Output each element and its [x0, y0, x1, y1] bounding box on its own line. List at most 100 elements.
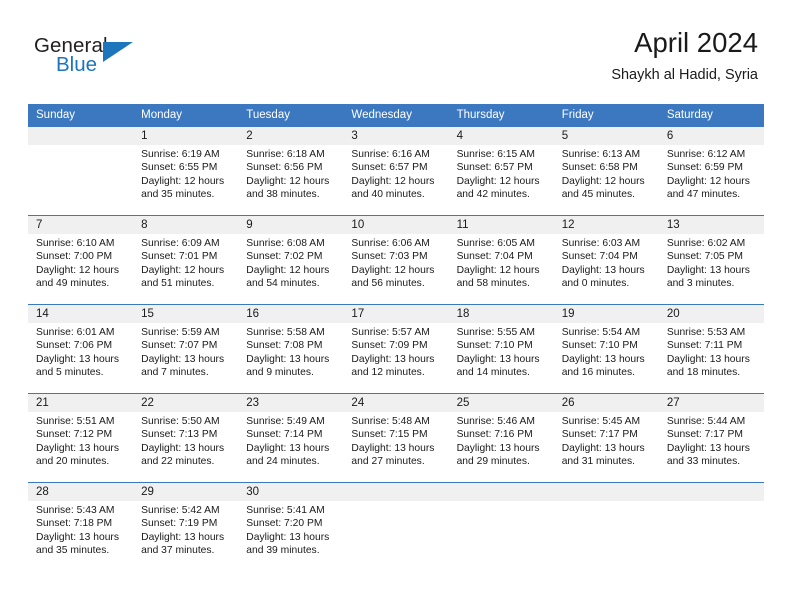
sunrise-text: Sunrise: 6:08 AM — [246, 238, 325, 249]
sunrise-text: Sunrise: 6:10 AM — [36, 238, 115, 249]
sunset-text: Sunset: 7:04 PM — [456, 251, 533, 263]
calendar-page: General Blue April 2024 Shaykh al Hadid,… — [0, 0, 792, 612]
sunset-text: Sunset: 6:56 PM — [246, 162, 323, 174]
day-cell[interactable] — [343, 483, 448, 571]
sunset-text: Sunset: 7:17 PM — [561, 429, 638, 441]
sunset-text: Sunset: 6:55 PM — [141, 162, 218, 174]
weekday-header-friday: Friday — [561, 109, 594, 121]
day-cell[interactable]: 17 Sunrise: 5:57 AM Sunset: 7:09 PM Dayl… — [343, 305, 448, 393]
day-number: 16 — [246, 308, 260, 320]
day-number: 19 — [561, 308, 575, 320]
day-details: Sunrise: 6:18 AM Sunset: 6:56 PM Dayligh… — [246, 148, 335, 201]
day-cell[interactable]: 2 Sunrise: 6:18 AM Sunset: 6:56 PM Dayli… — [238, 127, 343, 215]
day-cell[interactable]: 8 Sunrise: 6:09 AM Sunset: 7:01 PM Dayli… — [133, 216, 238, 304]
day-cell[interactable]: 21 Sunrise: 5:51 AM Sunset: 7:12 PM Dayl… — [28, 394, 133, 482]
day-details: Sunrise: 5:54 AM Sunset: 7:10 PM Dayligh… — [562, 326, 651, 379]
day-cell[interactable] — [554, 483, 659, 571]
sunset-text: Sunset: 7:10 PM — [456, 340, 533, 352]
logo-text-blue: Blue — [56, 53, 98, 76]
daylight-text-line2: and 9 minutes. — [246, 366, 314, 378]
sunrise-text: Sunrise: 6:15 AM — [456, 149, 535, 160]
day-cell[interactable]: 14 Sunrise: 6:01 AM Sunset: 7:06 PM Dayl… — [28, 305, 133, 393]
daylight-text-line1: Daylight: 13 hours — [141, 353, 225, 365]
sunrise-text: Sunrise: 5:51 AM — [36, 416, 115, 427]
day-cell[interactable] — [659, 483, 764, 571]
sunrise-text: Sunrise: 5:57 AM — [351, 327, 430, 338]
sunset-text: Sunset: 7:00 PM — [36, 251, 113, 263]
day-cell[interactable]: 29 Sunrise: 5:42 AM Sunset: 7:19 PM Dayl… — [133, 483, 238, 571]
day-cell[interactable]: 30 Sunrise: 5:41 AM Sunset: 7:20 PM Dayl… — [238, 483, 343, 571]
daylight-text-line1: Daylight: 13 hours — [141, 442, 225, 454]
day-cell[interactable] — [28, 127, 133, 215]
weekday-header-saturday: Saturday — [666, 109, 713, 121]
day-number: 29 — [141, 486, 154, 498]
daylight-text-line1: Daylight: 13 hours — [351, 353, 435, 365]
day-number: 20 — [666, 308, 680, 320]
daylight-text-line1: Daylight: 12 hours — [666, 175, 750, 187]
day-cell[interactable]: 26 Sunrise: 5:45 AM Sunset: 7:17 PM Dayl… — [554, 394, 659, 482]
day-cell[interactable]: 24 Sunrise: 5:48 AM Sunset: 7:15 PM Dayl… — [343, 394, 448, 482]
day-number: 23 — [246, 397, 260, 409]
day-details: Sunrise: 6:05 AM Sunset: 7:04 PM Dayligh… — [457, 237, 546, 290]
day-number: 11 — [456, 219, 469, 231]
day-number: 1 — [141, 130, 148, 142]
day-cell[interactable]: 11 Sunrise: 6:05 AM Sunset: 7:04 PM Dayl… — [449, 216, 554, 304]
day-details: Sunrise: 5:55 AM Sunset: 7:10 PM Dayligh… — [457, 326, 546, 379]
daylight-text-line2: and 16 minutes. — [561, 366, 635, 378]
day-cell[interactable]: 22 Sunrise: 5:50 AM Sunset: 7:13 PM Dayl… — [133, 394, 238, 482]
day-cell[interactable] — [449, 483, 554, 571]
daylight-text-line2: and 20 minutes. — [36, 455, 110, 467]
triangle-icon — [103, 42, 133, 62]
day-number: 6 — [666, 130, 674, 142]
daylight-text-line2: and 58 minutes. — [456, 277, 530, 289]
day-cell[interactable]: 25 Sunrise: 5:46 AM Sunset: 7:16 PM Dayl… — [449, 394, 554, 482]
weekday-header-wednesday: Wednesday — [351, 109, 412, 121]
day-cell[interactable]: 1 Sunrise: 6:19 AM Sunset: 6:55 PM Dayli… — [133, 127, 238, 215]
day-cell[interactable]: 5 Sunrise: 6:13 AM Sunset: 6:58 PM Dayli… — [554, 127, 659, 215]
calendar-week-row: 14 Sunrise: 6:01 AM Sunset: 7:06 PM Dayl… — [28, 304, 764, 393]
weekday-header-sunday: Sunday — [36, 109, 76, 121]
sunset-text: Sunset: 7:14 PM — [246, 429, 323, 441]
sunset-text: Sunset: 7:02 PM — [246, 251, 323, 263]
day-cell[interactable]: 6 Sunrise: 6:12 AM Sunset: 6:59 PM Dayli… — [659, 127, 764, 215]
day-cell[interactable]: 7 Sunrise: 6:10 AM Sunset: 7:00 PM Dayli… — [28, 216, 133, 304]
day-cell[interactable]: 20 Sunrise: 5:53 AM Sunset: 7:11 PM Dayl… — [659, 305, 764, 393]
day-cell[interactable]: 28 Sunrise: 5:43 AM Sunset: 7:18 PM Dayl… — [28, 483, 133, 571]
day-cell[interactable]: 18 Sunrise: 5:55 AM Sunset: 7:10 PM Dayl… — [449, 305, 554, 393]
day-details: Sunrise: 6:19 AM Sunset: 6:55 PM Dayligh… — [141, 148, 230, 201]
day-number: 5 — [561, 130, 569, 142]
sunset-text: Sunset: 7:05 PM — [666, 251, 743, 263]
day-number: 17 — [351, 308, 365, 320]
day-cell[interactable]: 16 Sunrise: 5:58 AM Sunset: 7:08 PM Dayl… — [238, 305, 343, 393]
day-details: Sunrise: 5:59 AM Sunset: 7:07 PM Dayligh… — [141, 326, 230, 379]
day-cell[interactable]: 27 Sunrise: 5:44 AM Sunset: 7:17 PM Dayl… — [659, 394, 764, 482]
title-block: April 2024 Shaykh al Hadid, Syria — [611, 28, 758, 83]
daylight-text-line1: Daylight: 12 hours — [456, 175, 540, 187]
day-cell[interactable]: 3 Sunrise: 6:16 AM Sunset: 6:57 PM Dayli… — [343, 127, 448, 215]
sunset-text: Sunset: 7:07 PM — [141, 340, 218, 352]
day-number: 27 — [666, 397, 680, 409]
day-cell[interactable]: 19 Sunrise: 5:54 AM Sunset: 7:10 PM Dayl… — [554, 305, 659, 393]
day-cell[interactable]: 4 Sunrise: 6:15 AM Sunset: 6:57 PM Dayli… — [449, 127, 554, 215]
sunrise-text: Sunrise: 6:06 AM — [351, 238, 430, 249]
day-cell[interactable]: 10 Sunrise: 6:06 AM Sunset: 7:03 PM Dayl… — [343, 216, 448, 304]
day-cell[interactable]: 9 Sunrise: 6:08 AM Sunset: 7:02 PM Dayli… — [238, 216, 343, 304]
weekday-header-row: Sunday Monday Tuesday Wednesday Thursday… — [28, 104, 764, 126]
sunrise-text: Sunrise: 5:58 AM — [246, 327, 325, 338]
daylight-text-line2: and 40 minutes. — [351, 188, 425, 200]
day-cell[interactable]: 12 Sunrise: 6:03 AM Sunset: 7:04 PM Dayl… — [554, 216, 659, 304]
sunset-text: Sunset: 7:09 PM — [351, 340, 428, 352]
page-title: April 2024 — [634, 27, 758, 58]
sunset-text: Sunset: 7:01 PM — [141, 251, 218, 263]
daylight-text-line1: Daylight: 12 hours — [456, 264, 540, 276]
daylight-text-line2: and 27 minutes. — [351, 455, 425, 467]
day-cell[interactable]: 13 Sunrise: 6:02 AM Sunset: 7:05 PM Dayl… — [659, 216, 764, 304]
day-cell[interactable]: 15 Sunrise: 5:59 AM Sunset: 7:07 PM Dayl… — [133, 305, 238, 393]
sunset-text: Sunset: 7:11 PM — [666, 340, 743, 352]
daylight-text-line1: Daylight: 13 hours — [666, 353, 750, 365]
daylight-text-line2: and 14 minutes. — [456, 366, 530, 378]
sunset-text: Sunset: 7:10 PM — [561, 340, 638, 352]
day-cell[interactable]: 23 Sunrise: 5:49 AM Sunset: 7:14 PM Dayl… — [238, 394, 343, 482]
day-number: 10 — [351, 219, 365, 231]
daylight-text-line1: Daylight: 12 hours — [246, 175, 330, 187]
